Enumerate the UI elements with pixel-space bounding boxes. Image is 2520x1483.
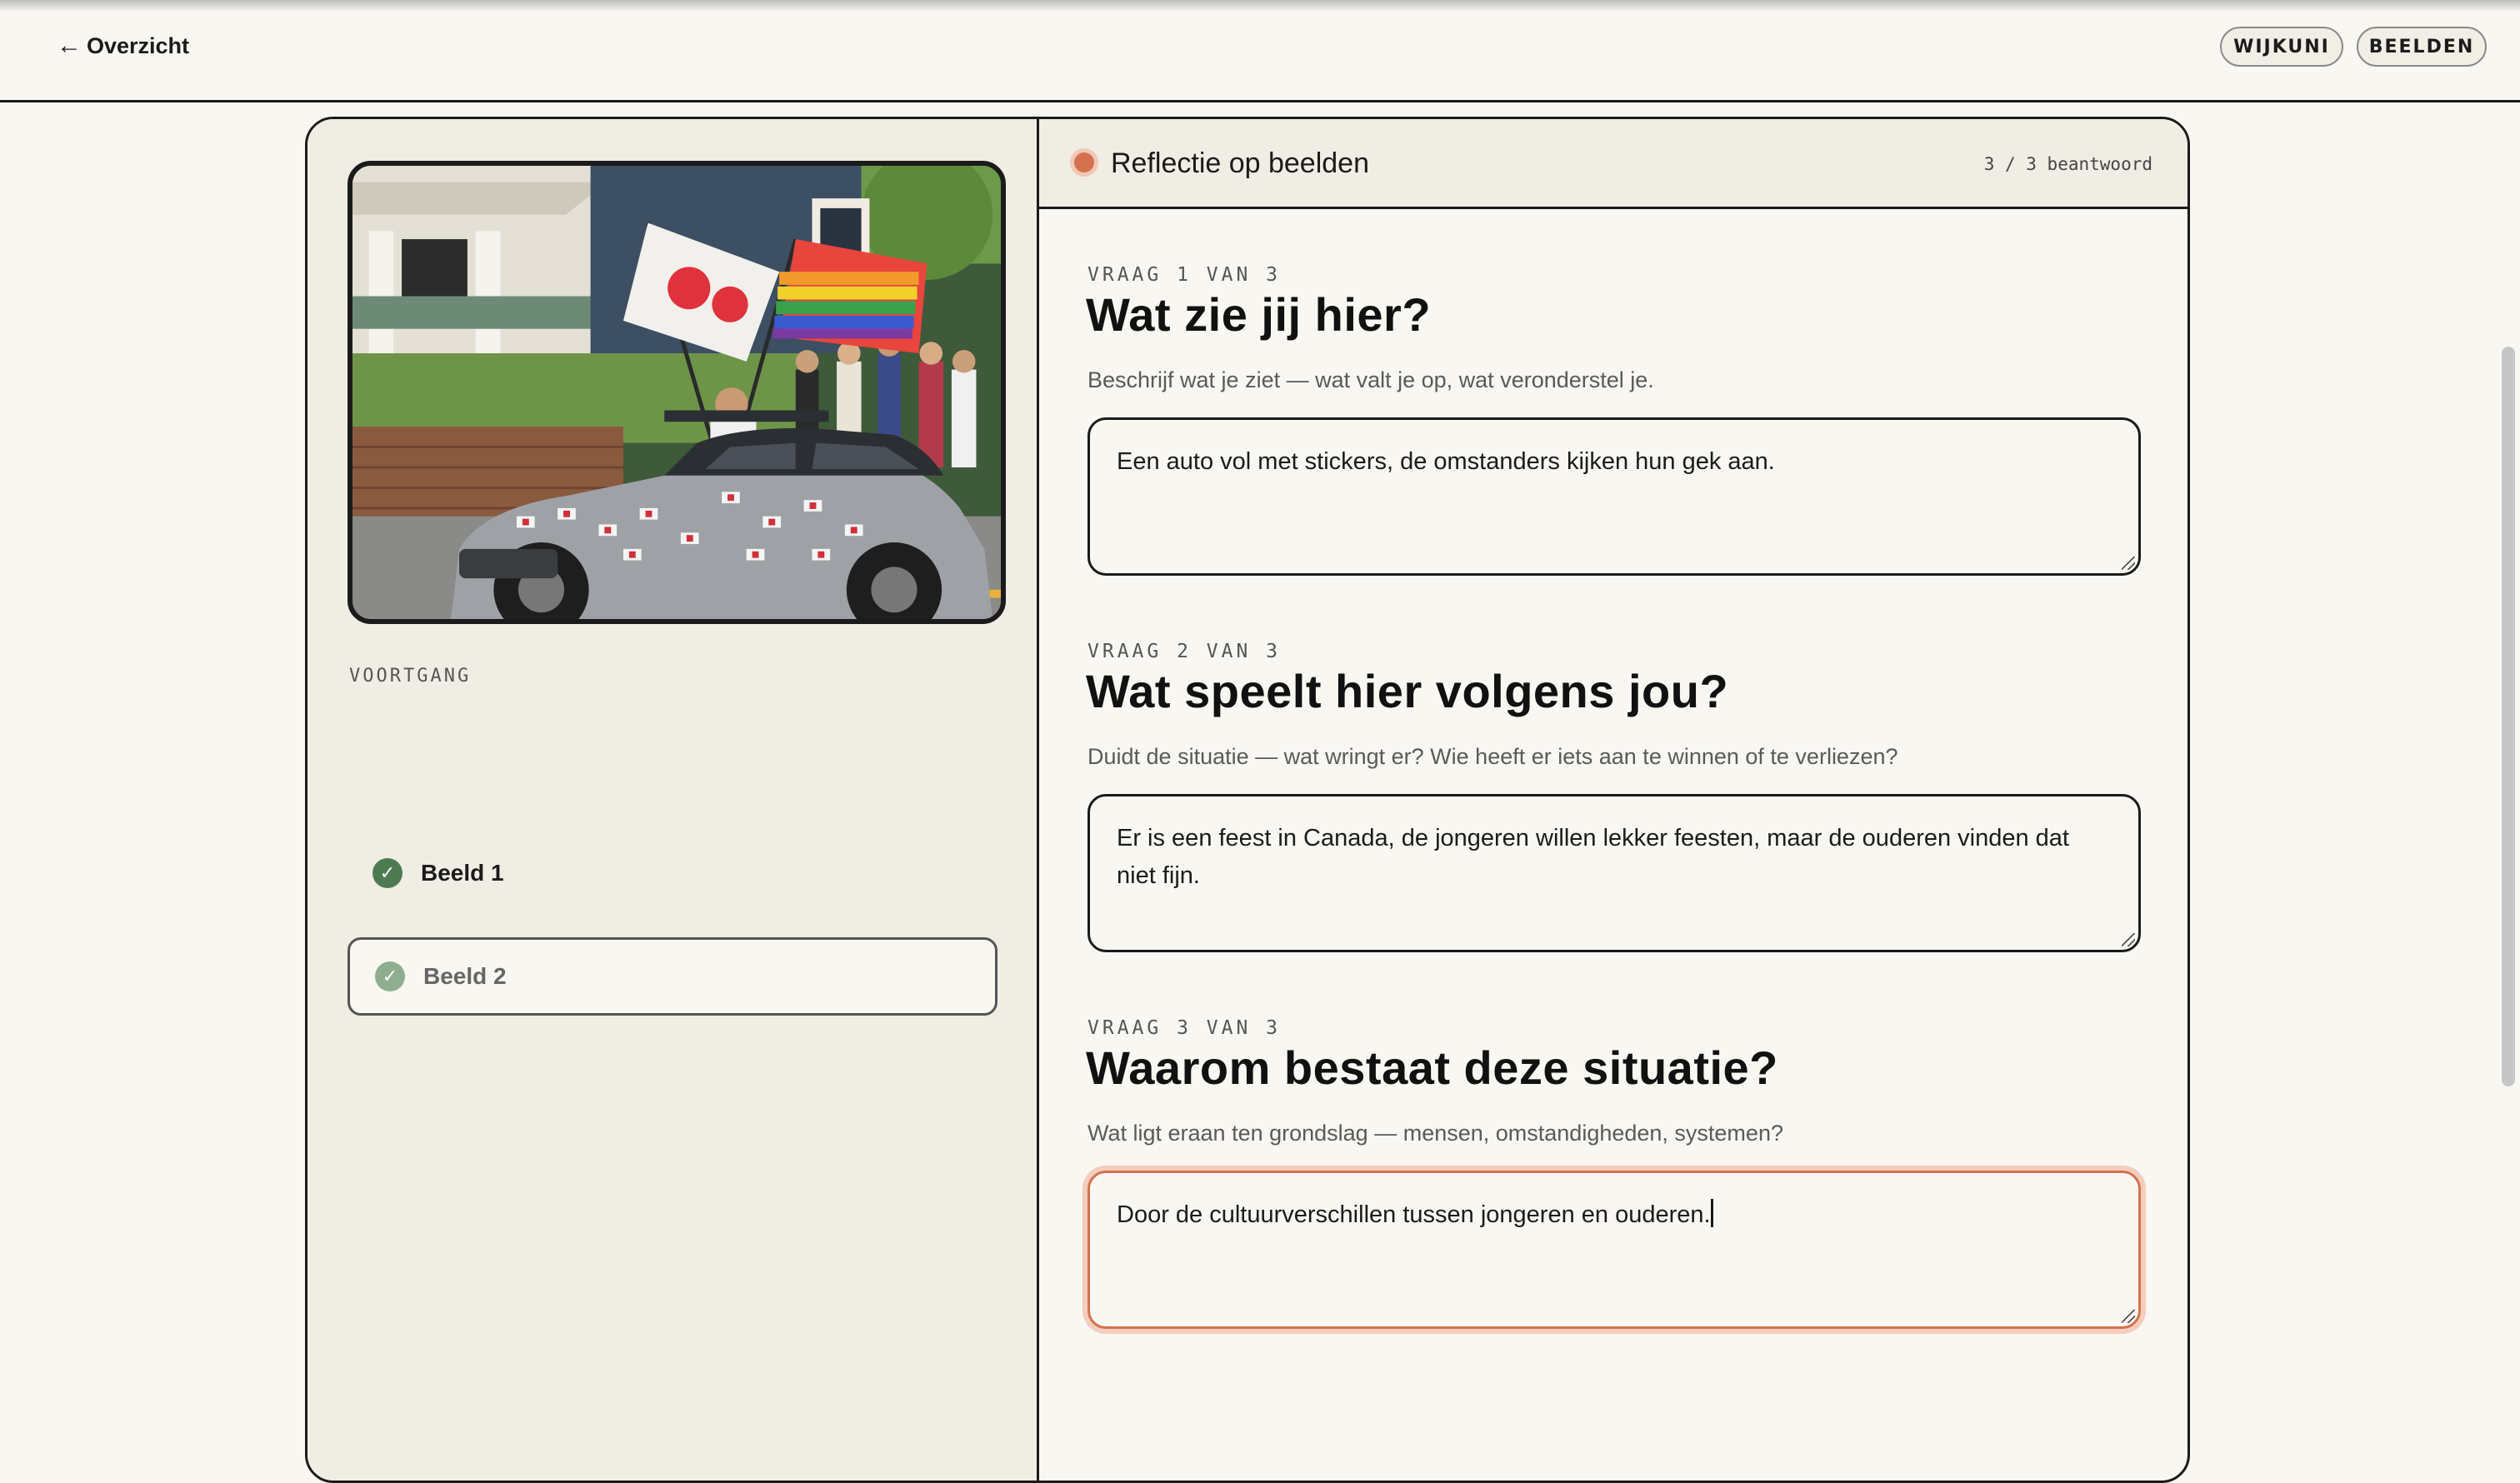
question-kicker: VRAAG 2 VAN 3 xyxy=(1088,641,1282,662)
answer-textarea-1[interactable]: Een auto vol met stickers, de omstanders… xyxy=(1088,417,2141,576)
panel-header: Reflectie op beelden 3 / 3 beantwoord xyxy=(1039,119,2188,209)
page-scrollbar[interactable] xyxy=(2497,100,2520,1441)
progress-label: VOORTGANG xyxy=(349,666,472,687)
question-help: Duidt de situatie — wat wringt er? Wie h… xyxy=(1088,744,1898,769)
back-label: Overzicht xyxy=(87,32,190,58)
resize-handle-icon[interactable] xyxy=(2122,557,2135,570)
back-to-overview-link[interactable]: ← Overzicht xyxy=(57,32,189,60)
questions-panel: Reflectie op beelden 3 / 3 beantwoord VR… xyxy=(1039,119,2188,1481)
question-kicker: VRAAG 1 VAN 3 xyxy=(1088,264,1282,286)
answer-text: Een auto vol met stickers, de omstanders… xyxy=(1117,448,1775,475)
scene-photo-illustration xyxy=(352,166,1001,619)
question-title: Waarom bestaat deze situatie? xyxy=(1086,1041,1778,1094)
answered-count: 3 / 3 beantwoord xyxy=(1983,154,2152,174)
arrow-left-icon: ← xyxy=(57,32,82,59)
sidebar-item-label: Beeld 2 xyxy=(423,963,507,989)
panel-title: Reflectie op beelden xyxy=(1111,147,1370,179)
question-kicker: VRAAG 3 VAN 3 xyxy=(1088,1017,1282,1039)
beelden-button[interactable]: BEELDEN xyxy=(2357,27,2487,67)
check-icon: ✓ xyxy=(375,961,405,991)
scrollbar-thumb[interactable] xyxy=(2502,347,2515,1086)
status-dot-icon xyxy=(1074,152,1094,172)
answer-text: Er is een feest in Canada, de jongeren w… xyxy=(1117,825,2069,889)
question-title: Wat zie jij hier? xyxy=(1086,288,1432,341)
top-bar: ← Overzicht WIJKUNI BEELDEN xyxy=(0,0,2520,102)
reflection-card: VOORTGANG ✓ Beeld 1 ✓ Beeld 2 Reflectie … xyxy=(305,117,2190,1483)
answer-textarea-3[interactable]: Door de cultuurverschillen tussen jonger… xyxy=(1088,1171,2141,1329)
scene-photo xyxy=(348,161,1006,624)
check-icon: ✓ xyxy=(372,858,402,888)
sidebar-item-label: Beeld 1 xyxy=(421,860,504,886)
answer-text: Door de cultuurverschillen tussen jonger… xyxy=(1117,1201,1711,1228)
question-help: Beschrijf wat je ziet — wat valt je op, … xyxy=(1088,367,1654,392)
question-title: Wat speelt hier volgens jou? xyxy=(1086,665,1729,717)
sidebar-item-beeld-2[interactable]: ✓ Beeld 2 xyxy=(348,937,998,1016)
resize-handle-icon[interactable] xyxy=(2122,1310,2135,1323)
text-caret xyxy=(1710,1199,1713,1227)
answer-textarea-2[interactable]: Er is een feest in Canada, de jongeren w… xyxy=(1088,794,2141,952)
wijkuni-button[interactable]: WIJKUNI xyxy=(2220,27,2343,67)
resize-handle-icon[interactable] xyxy=(2122,933,2135,946)
image-sidebar: VOORTGANG ✓ Beeld 1 ✓ Beeld 2 xyxy=(308,119,1039,1481)
question-help: Wat ligt eraan ten grondslag — mensen, o… xyxy=(1088,1121,1783,1146)
sidebar-item-beeld-1[interactable]: ✓ Beeld 1 xyxy=(348,834,998,912)
